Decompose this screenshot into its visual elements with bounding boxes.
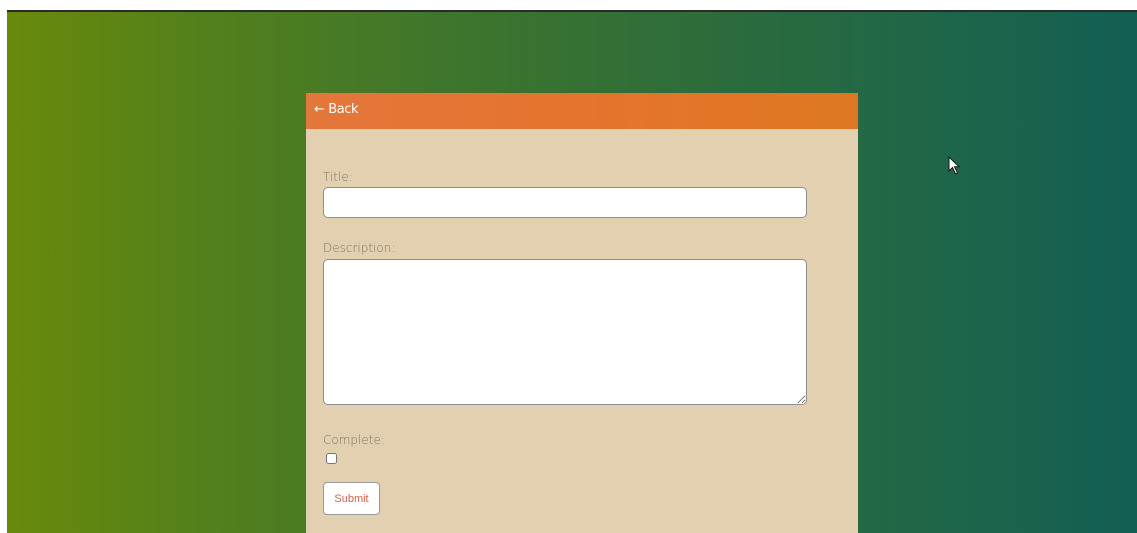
back-link[interactable]: ← Back bbox=[314, 102, 359, 117]
complete-checkbox[interactable] bbox=[326, 453, 337, 464]
description-label: Description: bbox=[323, 241, 396, 255]
submit-button[interactable]: Submit bbox=[323, 482, 380, 515]
app-window: ← Back Title: Description: Complete: Sub… bbox=[0, 0, 1137, 533]
title-label: Title: bbox=[323, 170, 353, 184]
complete-label: Complete: bbox=[323, 433, 385, 447]
todo-form-card: ← Back Title: Description: Complete: Sub… bbox=[306, 93, 858, 533]
mouse-pointer-icon bbox=[948, 156, 961, 175]
title-input[interactable] bbox=[323, 187, 807, 218]
description-textarea[interactable] bbox=[323, 259, 807, 405]
card-header: ← Back bbox=[306, 93, 858, 129]
